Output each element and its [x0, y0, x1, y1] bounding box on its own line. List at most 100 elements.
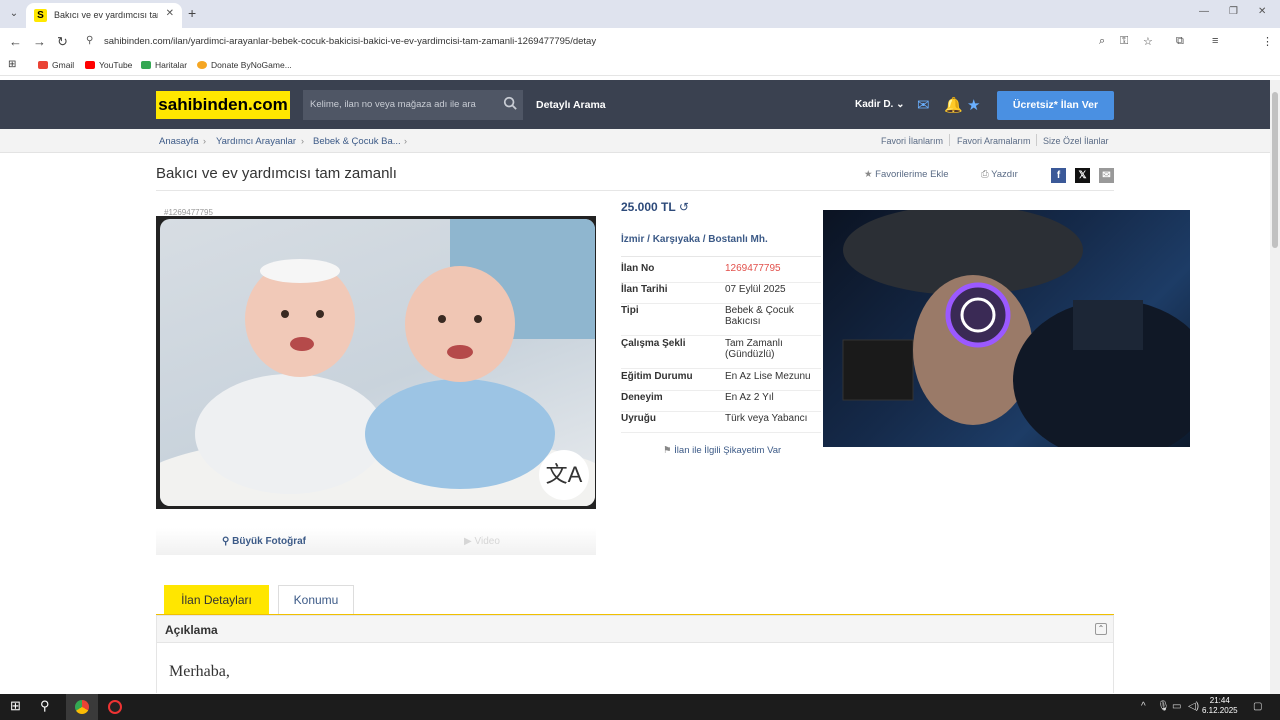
password-key-icon[interactable]: ⚿ — [1120, 35, 1128, 48]
chrome-icon[interactable] — [75, 700, 89, 714]
streamer-webcam-illustration — [842, 210, 1190, 447]
favorite-listings-link[interactable]: Favori İlanlarım — [881, 136, 943, 146]
breadcrumb-chevron-icon: › — [404, 136, 407, 146]
notifications-icon[interactable]: ▢ — [1253, 701, 1262, 712]
price-history-icon[interactable]: ↺ — [679, 200, 689, 214]
location-district[interactable]: Karşıyaka — [653, 234, 700, 245]
detail-key: Tipi — [621, 305, 639, 316]
detail-row: Çalışma Şekli Tam Zamanlı (Gündüzlü) — [621, 338, 821, 369]
detail-row: Deneyim En Az 2 Yıl — [621, 392, 821, 412]
reload-icon[interactable]: ↻ — [57, 34, 68, 50]
url-text: sahibinden.com/ilan/yardimci-arayanlar-b… — [104, 36, 597, 47]
description-header — [156, 615, 1114, 643]
email-share-icon[interactable]: ✉ — [1099, 168, 1114, 183]
back-icon[interactable]: ← — [9, 34, 22, 49]
breadcrumb-home[interactable]: Anasayfa — [159, 136, 199, 147]
close-window-icon[interactable]: ✕ — [1258, 6, 1266, 17]
microphone-icon[interactable]: 🎙 — [1157, 701, 1170, 712]
browser-tab[interactable]: S Bakıcı ve ev yardımcısı tam zam ✕ — [26, 3, 182, 28]
address-bar[interactable]: ⚲ sahibinden.com/ilan/yardimci-arayanlar… — [80, 31, 1165, 53]
print-link[interactable]: ⎙ Yazdır — [981, 169, 1018, 180]
detail-value: 07 Eylül 2025 — [725, 284, 786, 295]
detail-row: İlan No 1269477795 — [621, 263, 821, 283]
bynogame-icon — [197, 61, 207, 69]
tray-overflow-icon[interactable]: ^ — [1141, 701, 1146, 712]
tab-search-icon[interactable]: ⌄ — [6, 6, 22, 22]
scrollbar-thumb[interactable] — [1272, 92, 1278, 248]
bookmark-maps[interactable]: Haritalar — [141, 60, 187, 70]
location: İzmir / Karşıyaka / Bostanlı Mh. — [621, 234, 768, 245]
site-info-icon[interactable]: ⚲ — [86, 35, 93, 46]
user-menu[interactable]: Kadir D. ⌄ — [855, 99, 905, 110]
report-listing-link[interactable]: ⚑ İlan ile İlgili Şikayetim Var — [663, 445, 781, 456]
search-input[interactable]: Kelime, ilan no veya mağaza adı ile ara — [303, 90, 523, 120]
location-city[interactable]: İzmir — [621, 234, 644, 245]
collapse-icon[interactable]: ⌃ — [1095, 623, 1107, 635]
search-icon[interactable] — [503, 96, 517, 110]
notifications-bell-icon[interactable]: 🔔 — [944, 96, 963, 114]
search-icon[interactable]: ⚲ — [40, 698, 50, 714]
tab-location[interactable]: Konumu — [278, 585, 354, 615]
favorite-searches-link[interactable]: Favori Aramalarım — [957, 136, 1031, 146]
description-title: Açıklama — [165, 623, 218, 637]
site-logo[interactable]: sahibinden.com — [156, 91, 290, 119]
reading-list-icon[interactable]: ≡ — [1212, 35, 1218, 47]
messages-icon[interactable]: ✉ — [917, 96, 930, 114]
detail-row: Tipi Bebek & Çocuk Bakıcısı — [621, 305, 821, 336]
breadcrumb-babysitter[interactable]: Bebek & Çocuk Ba... — [313, 136, 401, 147]
listing-photo[interactable] — [160, 219, 595, 506]
bookmark-donate[interactable]: Donate ByNoGame... — [197, 60, 292, 70]
detail-row: Uyruğu Türk veya Yabancı — [621, 413, 821, 433]
new-tab-icon[interactable]: + — [188, 5, 196, 21]
tab-listing-details[interactable]: İlan Detayları — [164, 585, 269, 615]
taskbar-clock[interactable]: 21:44 6.12.2025 — [1202, 696, 1238, 716]
detail-value: En Az 2 Yıl — [725, 392, 774, 403]
bookmarks-bar: ⊞ Gmail YouTube Haritalar Donate ByNoGam… — [0, 56, 1280, 76]
windows-start-icon[interactable]: ⊞ — [10, 698, 21, 714]
close-tab-icon[interactable]: ✕ — [166, 8, 174, 19]
menu-kebab-icon[interactable]: ⋮ — [1262, 35, 1273, 48]
restore-icon[interactable]: ❐ — [1229, 6, 1238, 17]
divider — [1036, 134, 1037, 146]
location-neighborhood[interactable]: Bostanlı Mh. — [708, 234, 767, 245]
advanced-search-link[interactable]: Detaylı Arama — [536, 99, 606, 111]
sahibinden-favicon-icon: S — [34, 9, 47, 22]
listing-title: Bakıcı ve ev yardımcısı tam zamanlı — [156, 165, 397, 182]
detail-key: Deneyim — [621, 392, 663, 403]
detail-key: Çalışma Şekli — [621, 338, 686, 349]
post-listing-button[interactable]: Ücretsiz* İlan Ver — [997, 91, 1114, 120]
network-icon[interactable]: ▭ — [1172, 701, 1181, 712]
personalized-listings-link[interactable]: Size Özel İlanlar — [1043, 136, 1109, 146]
detail-row: İlan Tarihi 07 Eylül 2025 — [621, 284, 821, 304]
breadcrumb-helpers[interactable]: Yardımcı Arayanlar — [216, 136, 296, 147]
big-photo-button[interactable]: ⚲ Büyük Fotoğraf — [222, 536, 306, 547]
minimize-icon[interactable]: — — [1199, 6, 1209, 17]
favorites-star-icon[interactable]: ★ — [967, 96, 980, 114]
zoom-icon[interactable]: ⌕ — [1099, 35, 1105, 48]
tab-title: Bakıcı ve ev yardımcısı tam zam — [54, 10, 158, 20]
detail-value: Tam Zamanlı (Gündüzlü) — [725, 338, 783, 360]
forward-icon[interactable]: → — [33, 34, 46, 49]
description-text: Merhaba, — [169, 663, 230, 680]
search-placeholder: Kelime, ilan no veya mağaza adı ile ara — [310, 99, 476, 110]
bookmark-gmail[interactable]: Gmail — [38, 60, 74, 70]
youtube-icon — [85, 61, 95, 69]
browser-toolbar: ← → ↻ ⚲ sahibinden.com/ilan/yardimci-ara… — [0, 28, 1280, 76]
divider — [621, 256, 821, 257]
star-icon: ★ — [864, 169, 873, 180]
apps-grid-icon[interactable]: ⊞ — [8, 59, 16, 70]
add-favorites-link[interactable]: ★ Favorilerime Ekle — [864, 169, 949, 180]
obs-icon[interactable] — [108, 700, 122, 714]
x-share-icon[interactable]: 𝕏 — [1075, 168, 1090, 183]
translate-icon[interactable]: 文A — [539, 450, 589, 500]
facebook-share-icon[interactable]: f — [1051, 168, 1066, 183]
price: 25.000 TL ↺ — [621, 200, 689, 214]
detail-key: Eğitim Durumu — [621, 371, 693, 382]
bookmark-youtube[interactable]: YouTube — [85, 60, 132, 70]
webcam-overlay — [823, 210, 1190, 447]
detail-value: Bebek & Çocuk Bakıcısı — [725, 305, 794, 327]
printer-icon: ⎙ — [981, 169, 989, 180]
volume-icon[interactable]: ◁) — [1188, 701, 1199, 712]
extensions-icon[interactable]: ⧉ — [1176, 35, 1184, 48]
bookmark-star-icon[interactable]: ☆ — [1143, 35, 1153, 48]
